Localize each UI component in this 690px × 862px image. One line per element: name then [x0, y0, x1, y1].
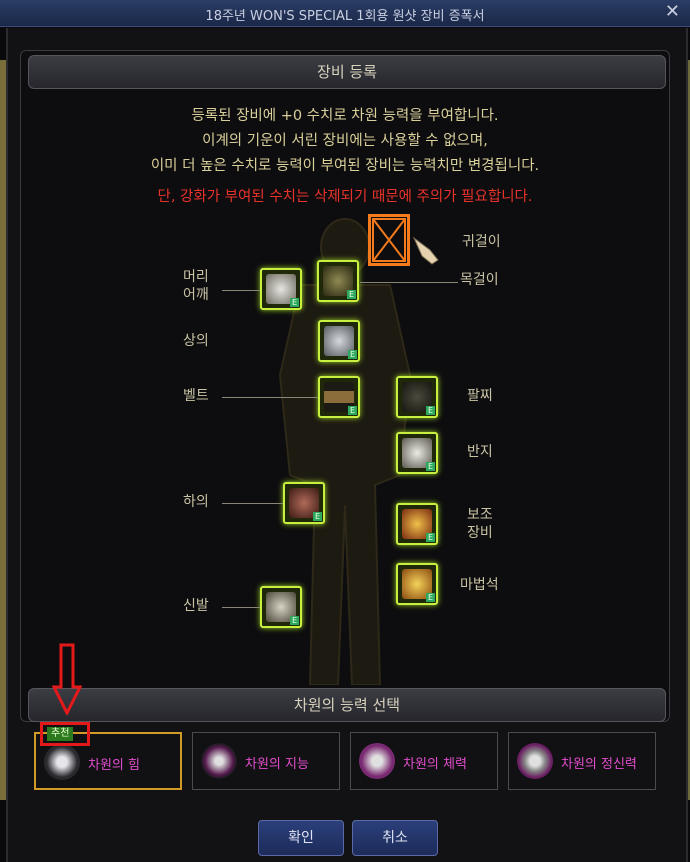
annotation-arrow-icon: [52, 643, 82, 715]
ring-slot[interactable]: E: [396, 432, 438, 474]
sub-equip-slot[interactable]: E: [396, 503, 438, 545]
enhanced-badge: E: [290, 298, 299, 307]
pointer-hand-icon: [412, 236, 439, 265]
top-label: 상의: [183, 333, 209, 349]
ability-header: 차원의 능력 선택: [28, 688, 666, 722]
bottom-slot[interactable]: E: [283, 482, 325, 524]
enhanced-badge: E: [290, 616, 299, 625]
ability-label: 차원의 정신력: [561, 757, 637, 772]
magic-stone-slot[interactable]: E: [396, 563, 438, 605]
head-shoulder-slot[interactable]: E: [260, 268, 302, 310]
ability-spirit-button[interactable]: 차원의 정신력: [508, 732, 656, 790]
enhanced-badge: E: [347, 290, 356, 299]
info-line-2: 이계의 기운이 서린 장비에는 사용할 수 없으며,: [202, 133, 488, 149]
recommend-badge: 추천: [47, 727, 74, 741]
enhanced-badge: E: [426, 462, 435, 471]
enhanced-badge: E: [426, 406, 435, 415]
ring-label: 반지: [467, 444, 493, 460]
ability-label: 차원의 힘: [88, 758, 140, 773]
magic-stone-label: 마법석: [460, 577, 499, 593]
leader-line: [222, 290, 260, 291]
bracelet-label: 팔찌: [467, 388, 493, 404]
ability-label: 차원의 체력: [403, 757, 467, 772]
ability-intelligence-button[interactable]: 차원의 지능: [192, 732, 340, 790]
belt-label: 벨트: [183, 388, 209, 404]
warning-text: 단, 강화가 부여된 수치는 삭제되기 때문에 주의가 필요합니다.: [157, 189, 533, 205]
leader-line: [360, 282, 458, 283]
spirit-eye-icon: [517, 743, 553, 779]
ability-label: 차원의 지능: [245, 757, 309, 772]
leader-line: [222, 397, 318, 398]
eye-icon: [201, 743, 237, 779]
earring-label: 귀걸이: [462, 234, 501, 250]
leader-line: [222, 607, 260, 608]
window-title: 18주년 WON'S SPECIAL 1회용 원샷 장비 증폭서: [205, 9, 485, 24]
info-line-1: 등록된 장비에 +0 수치로 차원 능력을 부여합니다.: [191, 108, 499, 124]
empty-slot-x-icon: [372, 218, 406, 262]
register-header: 장비 등록: [28, 55, 666, 89]
empty-earring-slot-marker[interactable]: [368, 214, 410, 266]
title-bar: 18주년 WON'S SPECIAL 1회용 원샷 장비 증폭서 ✕: [0, 0, 690, 27]
close-icon[interactable]: ✕: [665, 3, 680, 21]
enhanced-badge: E: [426, 593, 435, 602]
belt-slot[interactable]: E: [318, 376, 360, 418]
bracelet-slot[interactable]: E: [396, 376, 438, 418]
enhanced-badge: E: [348, 406, 357, 415]
person-icon: [359, 743, 395, 779]
shoes-slot[interactable]: E: [260, 586, 302, 628]
strength-orb-icon: [44, 744, 80, 780]
enhanced-badge: E: [313, 512, 322, 521]
necklace-slot[interactable]: E: [317, 260, 359, 302]
bottom-label: 하의: [183, 494, 209, 510]
sub-equip-label: 보조 장비: [467, 507, 493, 541]
info-line-3: 이미 더 높은 수치로 능력이 부여된 장비는 능력치만 변경됩니다.: [150, 158, 540, 174]
top-slot[interactable]: E: [318, 320, 360, 362]
cancel-button[interactable]: 취소: [352, 820, 438, 856]
leader-line: [222, 503, 283, 504]
confirm-button[interactable]: 확인: [258, 820, 344, 856]
head-shoulder-label: 머리 어깨: [183, 269, 209, 303]
necklace-label: 목걸이: [460, 272, 499, 288]
ability-vitality-button[interactable]: 차원의 체력: [350, 732, 498, 790]
shoes-label: 신발: [183, 598, 209, 614]
enhanced-badge: E: [426, 533, 435, 542]
recommend-badge-annotation: 추천: [40, 722, 90, 746]
enhanced-badge: E: [348, 350, 357, 359]
